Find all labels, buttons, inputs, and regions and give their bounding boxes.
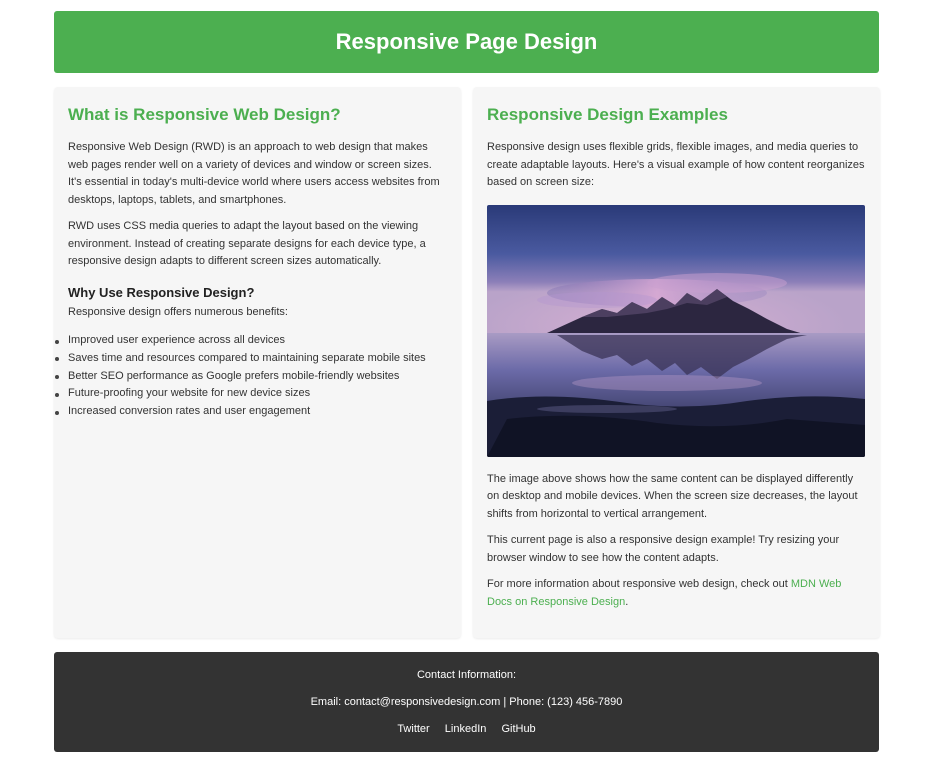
examples-paragraph-3: This current page is also a responsive d… [487, 534, 840, 564]
mdn-suffix-text: . [625, 595, 629, 608]
benefits-intro: Responsive design offers numerous benefi… [68, 305, 288, 318]
linkedin-link[interactable]: LinkedIn [445, 723, 487, 735]
twitter-link[interactable]: Twitter [397, 723, 429, 735]
examples-heading: Responsive Design Examples [487, 105, 728, 124]
page: Responsive Page Design What is Responsiv… [0, 0, 932, 758]
page-header: Responsive Page Design [54, 11, 879, 73]
contact-details: Email: contact@responsivedesign.com | Ph… [310, 696, 623, 708]
list-item: Saves time and resources compared to mai… [54, 350, 433, 368]
list-item: Better SEO performance as Google prefers… [54, 368, 433, 386]
social-links: Twitter LinkedIn GitHub [54, 723, 879, 735]
rwd-heading: What is Responsive Web Design? [68, 105, 341, 124]
list-item: Improved user experience across all devi… [54, 332, 433, 350]
github-link[interactable]: GitHub [501, 723, 535, 735]
rwd-info-panel: What is Responsive Web Design? Responsiv… [54, 87, 461, 638]
examples-paragraph-2: The image above shows how the same conte… [487, 472, 858, 520]
list-item: Future-proofing your website for new dev… [54, 385, 433, 403]
mdn-prefix-text: For more information about responsive we… [487, 578, 791, 590]
page-title: Responsive Page Design [335, 29, 598, 54]
list-item: Increased conversion rates and user enga… [54, 403, 433, 421]
benefits-list: Improved user experience across all devi… [54, 332, 433, 421]
landscape-image [487, 204, 865, 457]
rwd-paragraph-2: RWD uses CSS media queries to adapt the … [68, 220, 426, 267]
rwd-paragraph-1: Responsive Web Design (RWD) is an approa… [68, 141, 440, 206]
page-footer: Contact Information: Email: contact@resp… [54, 652, 879, 752]
rwd-examples-panel: Responsive Design Examples Responsive de… [473, 87, 880, 638]
examples-paragraph-1: Responsive design uses flexible grids, f… [487, 141, 865, 188]
why-rwd-heading: Why Use Responsive Design? [68, 284, 255, 300]
contact-heading: Contact Information: [416, 669, 517, 681]
examples-paragraph-4: For more information about responsive we… [487, 576, 866, 611]
